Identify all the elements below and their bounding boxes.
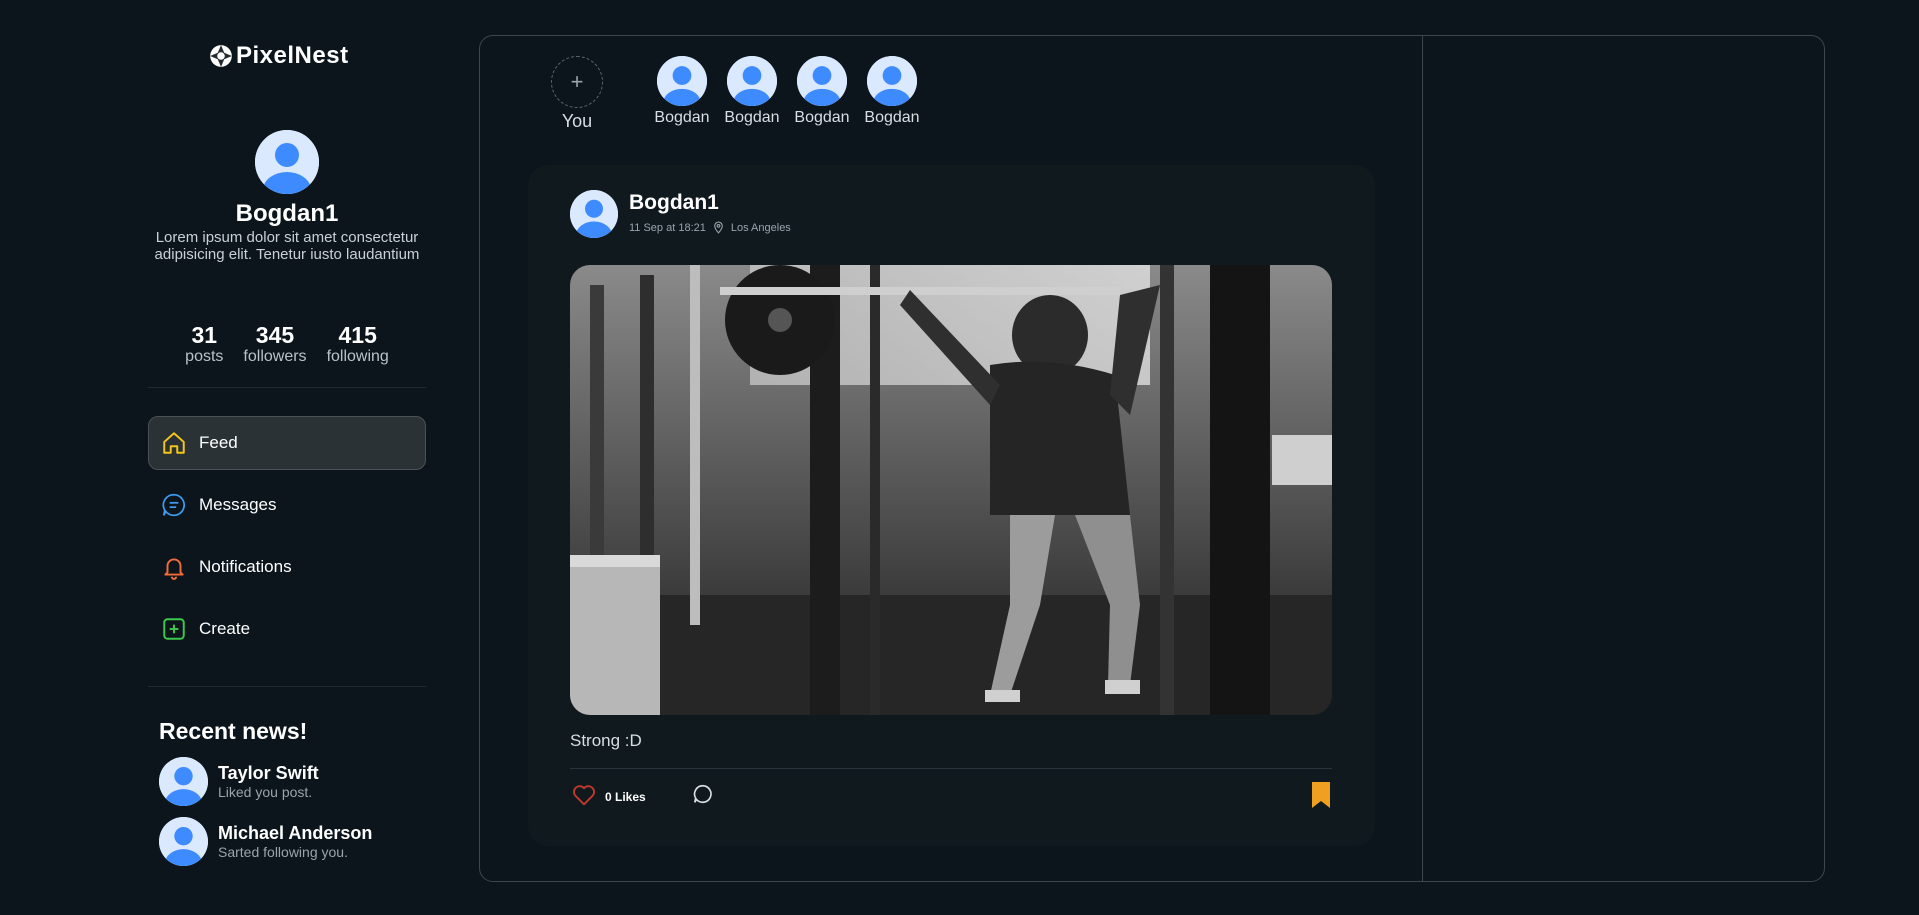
add-story-button[interactable]: + [551, 56, 603, 108]
stat-value: 31 [191, 322, 218, 348]
nav-item-notifications[interactable]: Notifications [148, 540, 426, 594]
profile-stats: 31 posts 345 followers 415 following [148, 322, 426, 366]
user-avatar-icon [657, 56, 707, 106]
divider [570, 768, 1332, 769]
bell-icon [161, 554, 187, 580]
logo[interactable]: PixelNest [208, 42, 349, 70]
news-user-name: Michael Anderson [218, 823, 373, 843]
avatar [159, 817, 208, 866]
user-avatar-icon [255, 130, 319, 194]
stat-value: 415 [338, 322, 377, 348]
aperture-icon [210, 45, 232, 67]
stat-value: 345 [255, 322, 295, 348]
story-item[interactable]: Bogdan [717, 56, 787, 127]
profile-name: Bogdan1 [235, 200, 339, 227]
profile-bio: Lorem ipsum dolor sit amet consectetur a… [154, 229, 420, 263]
user-avatar-icon [159, 817, 208, 866]
likes-count: 0 Likes [605, 790, 646, 804]
nav-item-create[interactable]: Create [148, 602, 426, 656]
user-avatar-icon [797, 56, 847, 106]
news-item[interactable]: Michael Anderson Sarted following you. [159, 817, 372, 866]
avatar [727, 56, 777, 106]
recent-news-title: Recent news! [159, 718, 308, 744]
story-you[interactable]: + You [542, 56, 612, 132]
post-location: Los Angeles [730, 221, 791, 234]
nav-item-feed[interactable]: Feed [148, 416, 426, 470]
story-item[interactable]: Bogdan [857, 56, 927, 127]
heart-icon[interactable] [570, 781, 598, 809]
main-nav: Feed Messages Notifications Create [148, 416, 426, 664]
story-label: Bogdan [654, 109, 710, 126]
nav-item-label: Feed [199, 433, 238, 452]
story-label: Bogdan [724, 109, 780, 126]
story-item[interactable]: Bogdan [647, 56, 717, 127]
stat-label: posts [185, 348, 224, 365]
post-card: Bogdan1 11 Sep at 18:21 Los Angeles Stro… [528, 165, 1375, 846]
avatar [159, 757, 208, 806]
nav-item-messages[interactable]: Messages [148, 478, 426, 532]
post-caption: Strong :D [570, 731, 642, 750]
plus-icon: + [570, 69, 584, 94]
post-date: 11 Sep at 18:21 [629, 221, 706, 234]
bookmark-icon[interactable] [1310, 781, 1332, 809]
stories-bar: + You Bogdan Bogdan Bogdan Bogdan [542, 56, 927, 132]
news-item[interactable]: Taylor Swift Liked you post. [159, 757, 319, 806]
nav-item-label: Messages [199, 495, 277, 514]
message-icon [161, 492, 187, 518]
post-image[interactable] [570, 265, 1332, 715]
news-user-name: Taylor Swift [218, 763, 319, 783]
news-text: Liked you post. [218, 784, 313, 800]
news-content: Taylor Swift Liked you post. [218, 763, 319, 800]
app-page: PixelNest Bogdan1 Lorem ipsum dolor sit … [0, 0, 1919, 915]
plus-square-icon [161, 616, 187, 642]
post-author-name[interactable]: Bogdan1 [629, 191, 719, 215]
story-label: Bogdan [864, 109, 920, 126]
profile-avatar[interactable] [255, 130, 319, 194]
nav-item-label: Create [199, 619, 251, 638]
stat-posts[interactable]: 31 posts [185, 322, 223, 366]
main-frame: + You Bogdan Bogdan Bogdan Bogdan Bogdan… [479, 35, 1825, 882]
avatar [657, 56, 707, 106]
location-pin-icon [714, 221, 723, 234]
avatar [797, 56, 847, 106]
stat-followers[interactable]: 345 followers [243, 322, 306, 366]
user-avatar-icon [867, 56, 917, 106]
logo-text: PixelNest [236, 42, 349, 69]
post-meta: 11 Sep at 18:21 Los Angeles [629, 221, 791, 234]
news-text: Sarted following you. [218, 844, 348, 860]
story-item[interactable]: Bogdan [787, 56, 857, 127]
post-actions: 0 Likes [570, 781, 1332, 811]
divider [148, 387, 426, 388]
user-avatar-icon [570, 190, 618, 238]
comment-icon[interactable] [692, 783, 714, 805]
sidebar: PixelNest Bogdan1 Lorem ipsum dolor sit … [148, 0, 426, 915]
story-label: Bogdan [794, 109, 850, 126]
story-label: You [561, 111, 593, 131]
nav-item-label: Notifications [199, 557, 292, 576]
divider [148, 686, 426, 687]
stat-label: following [326, 348, 389, 365]
stat-label: followers [243, 348, 307, 365]
home-icon [161, 430, 187, 456]
gym-photo [570, 265, 1332, 715]
stat-following[interactable]: 415 following [327, 322, 389, 366]
avatar [867, 56, 917, 106]
post-author-avatar[interactable] [570, 190, 618, 238]
user-avatar-icon [159, 757, 208, 806]
user-avatar-icon [727, 56, 777, 106]
news-content: Michael Anderson Sarted following you. [218, 823, 372, 860]
column-divider [1422, 36, 1423, 881]
